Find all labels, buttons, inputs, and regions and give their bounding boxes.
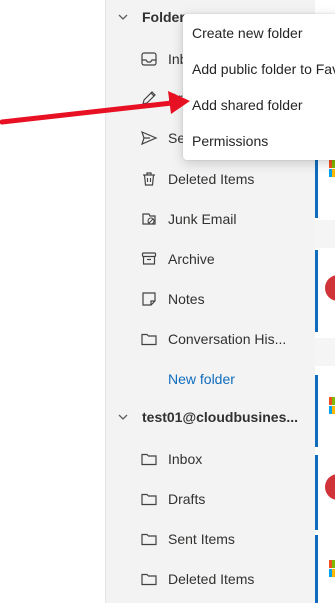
account-folder-drafts[interactable]: Drafts [106,482,316,516]
folder-deleted-items[interactable]: Deleted Items [106,162,316,196]
account-section-header[interactable]: test01@cloudbusines... [106,403,316,431]
outlook-window: Folders Inbox Drafts Sent Items [0,0,335,603]
unread-indicator [315,535,318,603]
new-folder-label: New folder [168,371,235,387]
junk-icon [142,213,156,225]
folder-conversation-history[interactable]: Conversation His... [106,322,316,356]
folder-icon [141,333,157,346]
unread-indicator [315,375,318,447]
account-email-label: test01@cloudbusines... [142,409,299,425]
sender-logo-icon [329,560,335,578]
chevron-down-icon [118,14,128,20]
archive-icon [141,252,157,265]
sender-avatar [325,474,335,500]
menu-item-create-new-folder[interactable]: Create new folder [183,16,335,50]
send-icon [141,130,158,146]
folder-archive[interactable]: Archive [106,242,316,276]
menu-item-add-public-folder[interactable]: Add public folder to Fav [183,52,335,86]
folder-icon [141,453,157,466]
unread-indicator [315,250,318,332]
list-divider [315,220,335,248]
folders-context-menu: Create new folder Add public folder to F… [183,14,335,160]
unread-indicator [315,150,318,218]
folder-label: Notes [168,291,205,307]
list-divider [315,338,335,366]
folder-label: Deleted Items [168,571,255,587]
folder-icon [141,533,157,546]
menu-item-permissions[interactable]: Permissions [183,124,335,158]
inbox-icon [141,52,157,66]
trash-icon [143,172,155,186]
menu-item-add-shared-folder[interactable]: Add shared folder [183,88,335,122]
sender-avatar [325,275,335,301]
folder-label: Junk Email [168,211,237,227]
folder-label: Conversation His... [168,331,287,347]
account-folder-deleted-items[interactable]: Deleted Items [106,562,316,596]
unread-indicator [315,455,318,530]
folder-label: Deleted Items [168,171,255,187]
chevron-down-icon [118,414,128,420]
folder-label: Drafts [168,491,206,507]
folder-icon [141,493,157,506]
account-folder-inbox[interactable]: Inbox [106,442,316,476]
folder-junk-email[interactable]: Junk Email [106,202,316,236]
folder-icon [141,573,157,586]
note-icon [142,292,156,306]
sender-logo-icon [329,160,335,178]
pencil-icon [142,91,156,105]
sender-logo-icon [329,397,335,415]
folder-label: Sent Items [168,531,235,547]
folder-label: Archive [168,251,215,267]
folder-label: Inbox [168,451,203,467]
app-left-panel [0,0,105,603]
account-folder-sent-items[interactable]: Sent Items [106,522,316,556]
new-folder-link[interactable]: New folder [106,362,316,396]
folder-notes[interactable]: Notes [106,282,316,316]
